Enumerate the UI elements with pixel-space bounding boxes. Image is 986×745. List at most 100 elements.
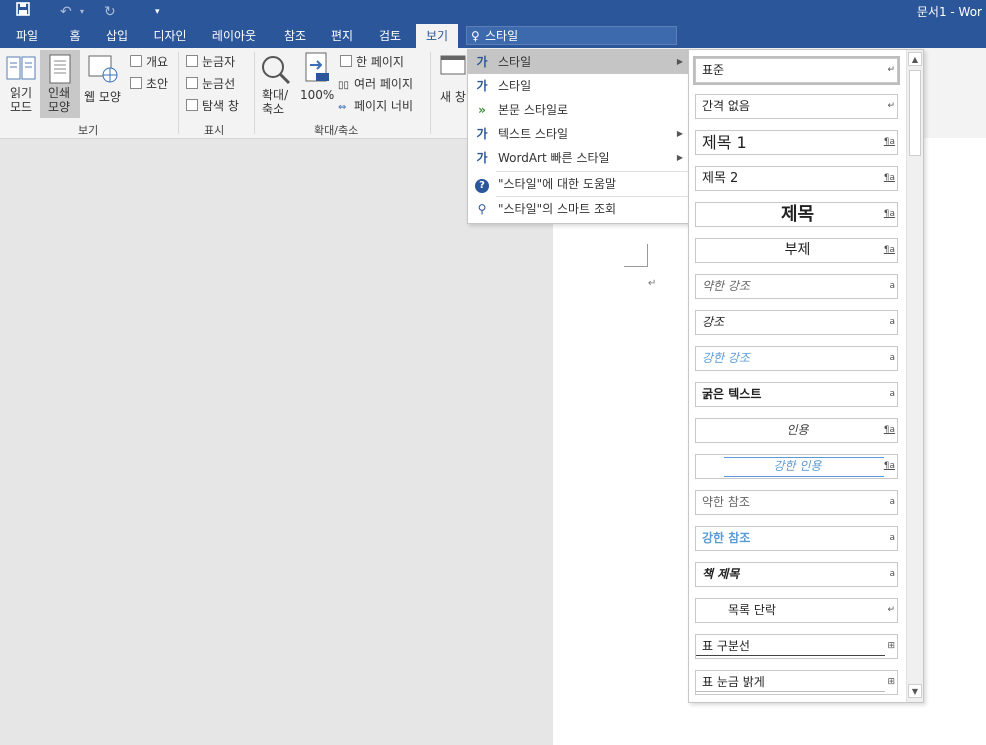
tab-layout[interactable]: 레이아웃 [203, 24, 265, 48]
nav-pane-checkbox[interactable]: 탐색 창 [186, 97, 239, 114]
read-mode-button[interactable]: 읽기 모드 [10, 86, 32, 114]
multiple-pages-icon: ▯▯ [338, 80, 350, 91]
new-window-icon[interactable] [440, 54, 466, 84]
style-table-grid-light[interactable]: 표 눈금 밝게 ⊞ [695, 670, 898, 695]
one-page-label: 한 페이지 [356, 55, 404, 69]
tab-review[interactable]: 검토 [371, 24, 409, 48]
style-subtle-reference[interactable]: 약한 참조 a [695, 490, 898, 515]
zoom-100-button[interactable]: 100% [300, 88, 334, 102]
submenu-arrow-icon: ▶ [676, 57, 683, 66]
ruler-label: 눈금자 [202, 55, 236, 69]
style-label: 표 눈금 밝게 [702, 675, 765, 689]
one-page-button[interactable]: 한 페이지 [340, 53, 404, 70]
gridlines-checkbox[interactable]: 눈금선 [186, 75, 235, 92]
style-label: 약한 참조 [702, 495, 750, 509]
menu-item-text-styles[interactable]: 가 텍스트 스타일 ▶ [468, 122, 689, 146]
style-type-mark: a [889, 317, 895, 327]
styles-gallery: 표준 ↵ 간격 없음 ↵ 제목 1 ¶a 제목 2 ¶a 제목 ¶a 부제 ¶a… [688, 49, 924, 703]
multiple-pages-label: 여러 페이지 [354, 77, 414, 91]
draft-icon [130, 77, 142, 89]
style-intense-quote[interactable]: 강한 인용 ¶a [695, 454, 898, 479]
web-layout-icon[interactable] [88, 54, 120, 84]
undo-dropdown-icon[interactable]: ▾ [80, 2, 84, 22]
style-intense-reference[interactable]: 강한 참조 a [695, 526, 898, 551]
gallery-scrollbar[interactable]: ▲ ▼ [906, 50, 923, 702]
style-emphasis[interactable]: 강조 a [695, 310, 898, 335]
style-label: 강한 인용 [773, 459, 822, 473]
style-label: 부제 [784, 242, 811, 258]
style-strong[interactable]: 굵은 텍스트 a [695, 382, 898, 407]
tab-file[interactable]: 파일 [8, 24, 46, 48]
tab-view[interactable]: 보기 [416, 24, 458, 48]
style-type-mark: ¶a [883, 425, 895, 435]
tab-home[interactable]: 홈 [60, 24, 90, 48]
zoom-button[interactable]: 확대/ 축소 [262, 88, 288, 116]
zoom-icon[interactable] [260, 54, 292, 86]
ribbon-divider [254, 52, 255, 134]
style-book-title[interactable]: 책 제목 a [695, 562, 898, 587]
tell-me-search-input[interactable]: ♀ 스타일 [466, 26, 677, 45]
style-no-spacing[interactable]: 간격 없음 ↵ [695, 94, 898, 119]
read-mode-icon[interactable] [6, 54, 36, 84]
style-type-mark: ¶a [883, 245, 895, 255]
style-normal[interactable]: 표준 ↵ [693, 56, 900, 85]
page-width-button[interactable]: ⇔ 페이지 너비 [338, 97, 413, 114]
tab-design[interactable]: 디자인 [145, 24, 195, 48]
style-quote[interactable]: 인용 ¶a [695, 418, 898, 443]
nav-pane-label: 탐색 창 [202, 99, 239, 113]
redo-icon[interactable]: ↻ [104, 2, 116, 22]
outline-icon [130, 55, 142, 67]
undo-icon[interactable]: ↶ [60, 2, 72, 22]
style-label: 강한 강조 [702, 351, 750, 365]
draft-button[interactable]: 초안 [130, 75, 168, 92]
one-page-icon [340, 55, 352, 67]
scroll-down-icon[interactable]: ▼ [908, 684, 922, 698]
menu-item-body-style[interactable]: » 본문 스타일로 [468, 98, 689, 122]
style-type-mark: a [889, 569, 895, 579]
style-type-mark: a [889, 353, 895, 363]
style-heading-1[interactable]: 제목 1 ¶a [695, 130, 898, 155]
print-layout-label: 인쇄 모양 [48, 86, 71, 114]
style-table-grid[interactable]: 표 구분선 ⊞ [695, 634, 898, 659]
new-window-button[interactable]: 새 창 [440, 88, 466, 105]
menu-item-styles[interactable]: 가 스타일 [468, 74, 689, 98]
style-label: 표 구분선 [702, 639, 750, 653]
submenu-arrow-icon: ▶ [676, 153, 683, 162]
menu-item-label: 스타일 [498, 55, 532, 69]
style-heading-2[interactable]: 제목 2 ¶a [695, 166, 898, 191]
margin-corner-mark [647, 244, 648, 267]
scrollbar-thumb[interactable] [909, 70, 921, 156]
zoom-100-icon[interactable] [304, 52, 330, 84]
save-icon[interactable] [16, 2, 30, 22]
tab-mailings[interactable]: 편지 [323, 24, 361, 48]
scroll-up-icon[interactable]: ▲ [908, 52, 922, 66]
style-label: 인용 [786, 423, 809, 437]
draft-label: 초안 [146, 77, 169, 91]
style-label: 강한 참조 [702, 531, 751, 545]
style-subtle-emphasis[interactable]: 약한 강조 a [695, 274, 898, 299]
group-label-show: 표시 [204, 124, 225, 137]
menu-item-wordart-styles[interactable]: 가 WordArt 빠른 스타일 ▶ [468, 146, 689, 170]
ruler-check-box [186, 55, 198, 67]
menu-item-label: WordArt 빠른 스타일 [498, 151, 610, 165]
gridlines-label: 눈금선 [202, 77, 236, 91]
ribbon-divider [178, 52, 179, 134]
ruler-checkbox[interactable]: 눈금자 [186, 53, 235, 70]
outline-button[interactable]: 개요 [130, 53, 168, 70]
style-intense-emphasis[interactable]: 강한 강조 a [695, 346, 898, 371]
multiple-pages-button[interactable]: ▯▯ 여러 페이지 [338, 75, 413, 92]
style-title[interactable]: 제목 ¶a [695, 202, 898, 227]
tab-insert[interactable]: 삽입 [98, 24, 136, 48]
web-layout-button[interactable]: 웹 모양 [84, 88, 121, 105]
menu-item-help[interactable]: ? "스타일"에 대한 도움말 [468, 172, 689, 196]
style-type-mark: ⊞ [887, 641, 895, 651]
customize-qat-icon[interactable]: ▾ [155, 2, 160, 22]
style-list-paragraph[interactable]: 목록 단락 ↵ [695, 598, 898, 623]
menu-item-styles-submenu[interactable]: 가 스타일 ▶ [468, 50, 689, 74]
menu-item-smart-lookup[interactable]: ⚲ "스타일"의 스마트 조회 [468, 197, 689, 221]
style-type-mark: ↵ [887, 65, 895, 75]
style-type-mark: ↵ [887, 605, 895, 615]
style-subtitle[interactable]: 부제 ¶a [695, 238, 898, 263]
style-label: 제목 2 [702, 171, 739, 186]
tab-references[interactable]: 참조 [276, 24, 314, 48]
